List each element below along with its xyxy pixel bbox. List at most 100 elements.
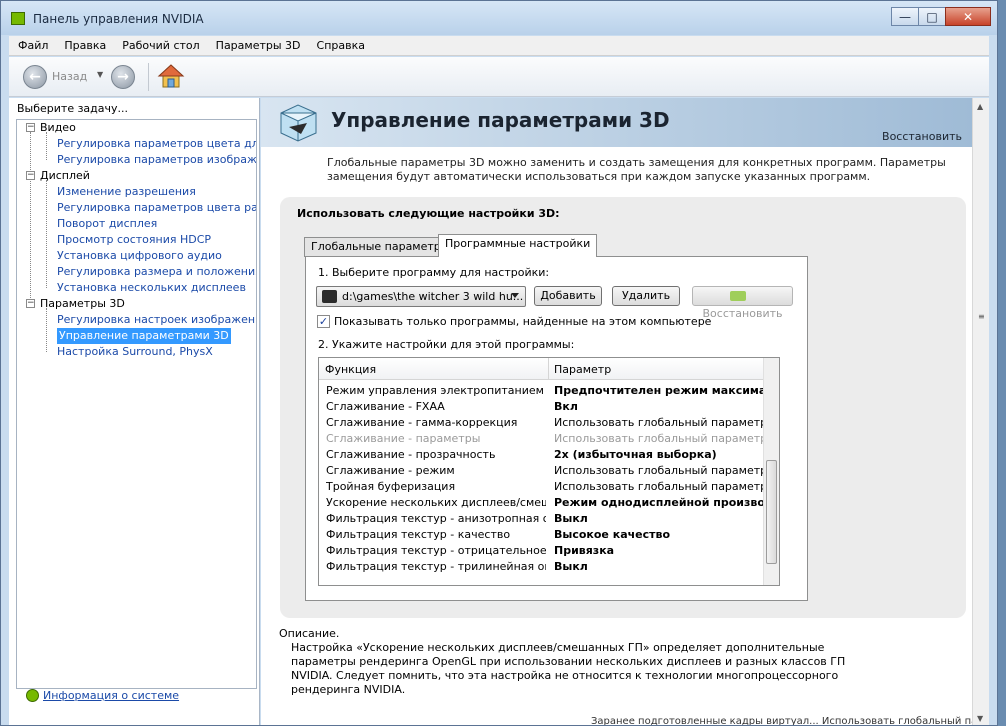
table-row[interactable]: Сглаживание - FXAA Вкл	[319, 399, 764, 415]
setting-value[interactable]: Привязка	[554, 544, 776, 557]
content-scrollbar[interactable]: ▲ ≡ ▼	[972, 98, 989, 725]
home-icon[interactable]	[157, 63, 185, 89]
tree-item-desktop-color[interactable]: Регулировка параметров цвета рабоче	[57, 200, 256, 216]
column-header-parameter[interactable]: Параметр	[554, 363, 611, 376]
nvidia-app-icon	[11, 12, 25, 25]
tree-item-desktop-size[interactable]: Регулировка размера и положения раб	[57, 264, 256, 280]
collapse-video-icon[interactable]: −	[26, 123, 35, 132]
setting-value[interactable]: 2x (избыточная выборка)	[554, 448, 776, 461]
restore-program-label: Восстановить	[702, 307, 783, 320]
menu-edit[interactable]: Правка	[55, 36, 113, 55]
system-info-link[interactable]: Информация о системе	[26, 689, 179, 702]
back-label[interactable]: Назад	[52, 70, 87, 83]
task-tree: − Видео Регулировка параметров цвета для…	[16, 119, 257, 689]
minimize-button[interactable]: —	[891, 7, 919, 26]
close-button[interactable]: ✕	[945, 7, 991, 26]
tree-item-video-image[interactable]: Регулировка параметров изображения	[57, 152, 256, 168]
system-info-label[interactable]: Информация о системе	[43, 689, 179, 702]
setting-value[interactable]: Использовать глобальный параметр (В...	[554, 480, 776, 493]
history-dropdown-icon[interactable]: ▼	[97, 70, 103, 79]
title-bar[interactable]: Панель управления NVIDIA — □ ✕	[1, 1, 997, 35]
step1-label: 1. Выберите программу для настройки:	[318, 266, 550, 279]
program-settings-tab-body: 1. Выберите программу для настройки: d:\…	[305, 256, 808, 601]
scroll-grip-icon[interactable]: ≡	[978, 312, 985, 321]
tree-item-surround-physx[interactable]: Настройка Surround, PhysX	[57, 344, 213, 360]
menu-help[interactable]: Справка	[308, 36, 372, 55]
table-row[interactable]: Сглаживание - режим Использовать глобальн…	[319, 463, 776, 479]
restore-defaults-link[interactable]: Восстановить	[882, 130, 962, 143]
column-separator[interactable]	[548, 358, 549, 380]
table-row[interactable]: Режим управления электропитанием Предпочт…	[319, 383, 776, 399]
tree-item-digital-audio[interactable]: Установка цифрового аудио	[57, 248, 222, 264]
background-window-strip: Заранее подготовленные кадры виртуал... …	[591, 716, 972, 726]
table-row[interactable]: Фильтрация текстур - трилинейная опт... В…	[319, 559, 764, 575]
dropdown-arrow-icon	[511, 293, 519, 298]
content-pane: Управление параметрами 3D Восстановить Г…	[261, 98, 972, 725]
menu-3d-settings[interactable]: Параметры 3D	[207, 36, 308, 55]
table-row[interactable]: Сглаживание - прозрачность 2x (избыточная…	[319, 447, 764, 463]
description-title: Описание.	[279, 627, 340, 640]
setting-function: Сглаживание - FXAA	[326, 400, 445, 413]
table-row[interactable]: Сглаживание - гамма-коррекция Использоват…	[319, 415, 776, 431]
tree-node-video[interactable]: Видео	[40, 120, 76, 136]
window-title: Панель управления NVIDIA	[33, 12, 204, 26]
setting-value[interactable]: Выкл	[554, 512, 776, 525]
tree-item-hdcp-status[interactable]: Просмотр состояния HDCP	[57, 232, 211, 248]
table-row[interactable]: Ускорение нескольких дисплеев/смеша... Ре…	[319, 495, 776, 511]
tree-item-change-resolution[interactable]: Изменение разрешения	[57, 184, 196, 200]
tree-node-display[interactable]: Дисплей	[40, 168, 90, 184]
setting-function: Сглаживание - гамма-коррекция	[326, 416, 518, 429]
tree-item-video-color[interactable]: Регулировка параметров цвета для ви	[57, 136, 256, 152]
show-found-programs-option[interactable]: ✓ Показывать только программы, найденные…	[317, 315, 711, 328]
collapse-display-icon[interactable]: −	[26, 171, 35, 180]
intro-text: Глобальные параметры 3D можно заменить и…	[327, 156, 946, 183]
restore-program-button[interactable]: Восстановить	[692, 286, 793, 320]
show-found-programs-checkbox[interactable]: ✓	[317, 315, 330, 328]
remove-program-button[interactable]: Удалить	[612, 286, 680, 306]
setting-function: Ускорение нескольких дисплеев/смеша...	[326, 496, 546, 509]
settings-panel-title: Использовать следующие настройки 3D:	[297, 207, 560, 220]
setting-value[interactable]: Использовать глобальный параметр (Вкл)	[554, 416, 776, 429]
program-select[interactable]: d:\games\the witcher 3 wild hu...	[316, 286, 526, 307]
grid-scrollbar[interactable]	[763, 358, 779, 585]
setting-value[interactable]: Высокое качество	[554, 528, 776, 541]
menu-desktop[interactable]: Рабочий стол	[113, 36, 206, 55]
grid-scroll-thumb[interactable]	[766, 460, 777, 564]
tab-program-settings[interactable]: Программные настройки	[438, 234, 598, 257]
table-row[interactable]: Тройная буферизация Использовать глобальн…	[319, 479, 776, 495]
table-row[interactable]: Фильтрация текстур - отрицательное о... П…	[319, 543, 764, 559]
column-header-function[interactable]: Функция	[325, 363, 376, 376]
add-program-button[interactable]: Добавить	[534, 286, 602, 306]
table-row[interactable]: Сглаживание - параметры Использовать глоб…	[319, 431, 776, 447]
tree-guide-line	[46, 308, 47, 352]
setting-function: Сглаживание - прозрачность	[326, 448, 496, 461]
menu-bar: Файл Правка Рабочий стол Параметры 3D Сп…	[9, 36, 989, 56]
collapse-3d-icon[interactable]: −	[26, 299, 35, 308]
tree-item-manage-3d-settings[interactable]: Управление параметрами 3D	[57, 328, 231, 344]
tree-item-rotate-display[interactable]: Поворот дисплея	[57, 216, 157, 232]
setting-function: Фильтрация текстур - трилинейная опт...	[326, 560, 546, 573]
scroll-up-icon[interactable]: ▲	[977, 102, 983, 111]
nvidia-logo-icon	[729, 291, 746, 301]
tree-node-3d-settings[interactable]: Параметры 3D	[40, 296, 125, 312]
maximize-button[interactable]: □	[918, 7, 946, 26]
setting-value[interactable]: Использовать глобальный параметр (У...	[554, 432, 776, 445]
tab-global-settings[interactable]: Глобальные параметры	[304, 237, 457, 257]
show-found-programs-label[interactable]: Показывать только программы, найденные н…	[334, 315, 711, 328]
setting-value[interactable]: Использовать глобальный параметр (У...	[554, 464, 776, 477]
setting-value[interactable]: Вкл	[554, 400, 776, 413]
tree-item-multiple-displays[interactable]: Установка нескольких дисплеев	[57, 280, 246, 296]
table-row[interactable]: Фильтрация текстур - качество Высокое кач…	[319, 527, 764, 543]
setting-value[interactable]: Выкл	[554, 560, 776, 573]
setting-value[interactable]: Режим однодисплейной производи...	[554, 496, 776, 509]
page-title: Управление параметрами 3D	[331, 108, 670, 132]
forward-arrow-icon[interactable]: →	[111, 65, 135, 89]
setting-value[interactable]: Предпочтителен режим максимал...	[554, 384, 776, 397]
setting-function: Фильтрация текстур - отрицательное о...	[326, 544, 546, 557]
menu-file[interactable]: Файл	[9, 36, 55, 55]
tree-item-image-preview[interactable]: Регулировка настроек изображения с п	[57, 312, 256, 328]
table-row[interactable]: Фильтрация текстур - анизотропная оп... В…	[319, 511, 764, 527]
scroll-down-icon[interactable]: ▼	[977, 714, 983, 723]
back-arrow-icon[interactable]: ←	[23, 65, 47, 89]
setting-function: Тройная буферизация	[326, 480, 456, 493]
